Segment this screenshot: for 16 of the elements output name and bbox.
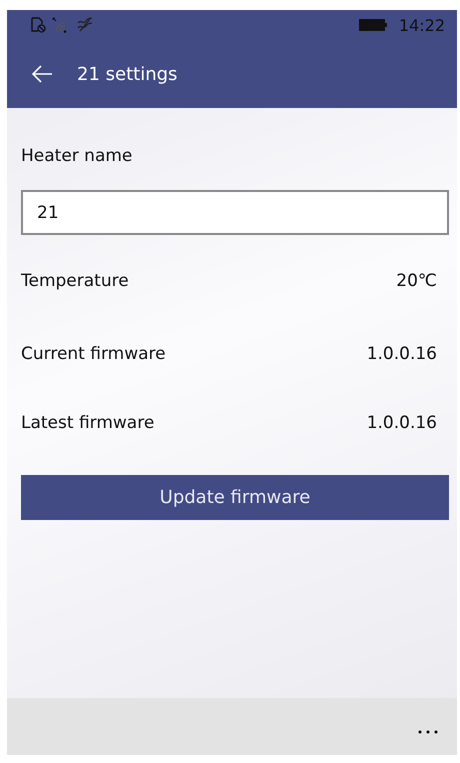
info-label: Latest firmware xyxy=(21,412,154,432)
sim-blocked-icon xyxy=(30,17,46,33)
back-icon[interactable] xyxy=(31,65,53,83)
more-icon[interactable] xyxy=(418,730,438,734)
info-label: Temperature xyxy=(21,271,129,291)
heater-name-field[interactable]: 21 xyxy=(21,190,449,235)
info-value: 1.0.0.16 xyxy=(366,344,438,364)
info-value: 1.0.0.16 xyxy=(366,412,438,432)
field-label: Heater name xyxy=(21,146,134,168)
signal-wave-icon xyxy=(76,17,94,33)
update-firmware-button[interactable]: Update firmware xyxy=(21,475,449,520)
info-value: 20℃ xyxy=(396,271,438,291)
info-label: Current firmware xyxy=(21,344,166,364)
clock-time: 14:22 xyxy=(398,16,445,34)
page-title: 21 settings xyxy=(77,64,178,84)
battery-icon xyxy=(358,19,387,31)
